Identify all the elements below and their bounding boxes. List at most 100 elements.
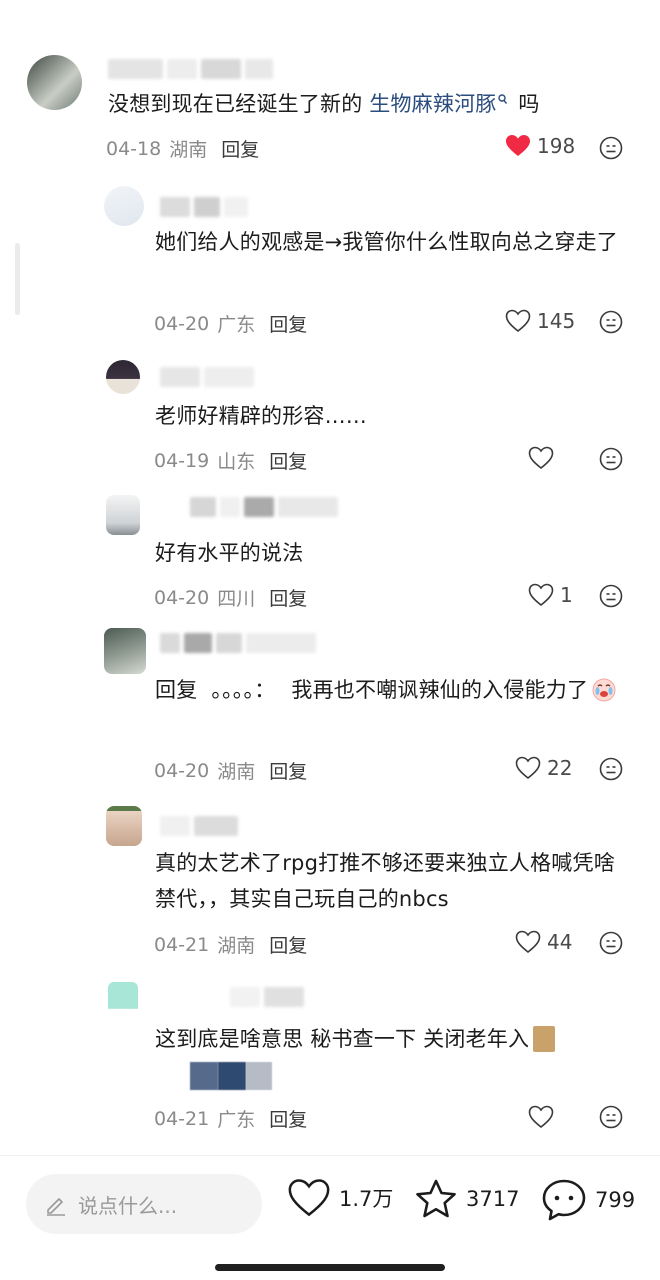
unhappy-face-icon bbox=[599, 1105, 623, 1129]
avatar[interactable] bbox=[106, 806, 142, 846]
like-button[interactable]: 22 bbox=[515, 756, 572, 780]
comment-meta: 04-19 山东 回复 bbox=[154, 447, 307, 474]
comment-text: 她们给人的观感是→我管你什么性取向总之穿走了 bbox=[155, 230, 618, 254]
unhappy-face-icon bbox=[599, 757, 623, 781]
comment-region: 湖南 bbox=[217, 935, 256, 957]
comment-region: 广东 bbox=[217, 1109, 256, 1131]
username-blurred[interactable] bbox=[160, 366, 254, 388]
username-blurred[interactable] bbox=[160, 196, 248, 218]
avatar[interactable] bbox=[104, 186, 144, 226]
reply-button[interactable]: 回复 bbox=[269, 757, 307, 784]
dislike-button[interactable] bbox=[599, 1105, 623, 1133]
like-button[interactable]: 145 bbox=[505, 309, 575, 333]
comment-region: 四川 bbox=[217, 588, 256, 610]
comment-region: 湖南 bbox=[169, 139, 208, 161]
comment-input-placeholder: 说点什么... bbox=[78, 1193, 178, 1218]
like-button[interactable]: 44 bbox=[515, 930, 572, 954]
avatar[interactable] bbox=[106, 360, 140, 394]
comment-text: 这到底是啥意思 秘书查一下 关闭老年入 bbox=[155, 1021, 635, 1057]
comment-region: 广东 bbox=[217, 314, 256, 336]
unhappy-face-icon bbox=[599, 447, 623, 471]
username-blurred[interactable] bbox=[230, 986, 304, 1008]
bottom-action-bar: 说点什么... 1.7万 3717 799 bbox=[0, 1155, 660, 1280]
reply-to-user[interactable]: 。。。。： bbox=[211, 678, 275, 702]
dislike-button[interactable] bbox=[599, 447, 623, 475]
favorite-button[interactable]: 3717 bbox=[414, 1178, 519, 1220]
like-button[interactable] bbox=[528, 1105, 560, 1129]
reply-button[interactable]: 回复 bbox=[269, 447, 307, 474]
reply-button[interactable]: 回复 bbox=[269, 584, 307, 611]
comment-meta: 04-21 广东 回复 bbox=[154, 1105, 307, 1132]
comment-region: 山东 bbox=[217, 451, 256, 473]
unhappy-face-icon bbox=[599, 584, 623, 608]
dislike-button[interactable] bbox=[599, 931, 623, 959]
comment-text: 没想到现在已经诞生了新的 生物麻辣河豚 吗 bbox=[108, 92, 540, 116]
comment-text: 真的太艺术了rpg打推不够还要来独立人格喊凭啥禁代，，其实自己玩自己的nbcs bbox=[155, 851, 615, 911]
image-attachment-blurred[interactable] bbox=[190, 1062, 272, 1090]
like-count: 22 bbox=[547, 756, 573, 780]
reply-prefix: 回复 bbox=[155, 678, 198, 702]
like-button[interactable] bbox=[528, 446, 560, 470]
like-post-button[interactable]: 1.7万 bbox=[287, 1178, 393, 1218]
reply-button[interactable]: 回复 bbox=[269, 931, 307, 958]
heart-filled-icon bbox=[506, 135, 530, 156]
comment-meta: 04-20 湖南 回复 bbox=[154, 757, 307, 784]
search-link[interactable]: 生物麻辣河豚 bbox=[369, 92, 511, 116]
like-count: 145 bbox=[537, 309, 576, 333]
username-blurred[interactable] bbox=[190, 496, 338, 518]
pencil-icon bbox=[47, 1198, 65, 1216]
heart-icon bbox=[288, 1179, 330, 1217]
unhappy-face-icon bbox=[599, 136, 623, 160]
comment-date: 04-19 bbox=[154, 449, 210, 472]
comment-date: 04-20 bbox=[154, 759, 210, 782]
comment-meta: 04-20 四川 回复 bbox=[154, 584, 307, 611]
avatar[interactable] bbox=[104, 628, 146, 674]
comment-date: 04-20 bbox=[154, 586, 210, 609]
comment-text: 老师好精辟的形容…… bbox=[155, 404, 367, 428]
scroll-indicator[interactable] bbox=[15, 243, 20, 315]
crying-face-icon bbox=[592, 678, 616, 702]
unhappy-face-icon bbox=[599, 310, 623, 334]
like-count: 198 bbox=[537, 134, 576, 158]
home-indicator[interactable] bbox=[215, 1264, 445, 1271]
comment-meta: 04-18 湖南 回复 bbox=[106, 135, 259, 162]
comment-date: 04-18 bbox=[106, 137, 162, 160]
dislike-button[interactable] bbox=[599, 310, 623, 338]
comments-button[interactable]: 799 bbox=[541, 1178, 635, 1222]
comment-count: 799 bbox=[595, 1188, 636, 1212]
avatar[interactable] bbox=[106, 495, 140, 535]
image-icon[interactable] bbox=[533, 1026, 556, 1052]
heart-icon bbox=[528, 583, 554, 607]
chat-bubble-icon bbox=[542, 1179, 586, 1221]
dislike-button[interactable] bbox=[599, 136, 623, 164]
username-blurred[interactable] bbox=[160, 632, 316, 654]
comment-meta: 04-21 湖南 回复 bbox=[154, 931, 307, 958]
avatar[interactable] bbox=[108, 982, 138, 1020]
dislike-button[interactable] bbox=[599, 757, 623, 785]
username-blurred[interactable] bbox=[160, 815, 238, 837]
username-blurred[interactable] bbox=[108, 58, 273, 80]
star-icon bbox=[416, 1179, 456, 1218]
comment-text: 回复。。。。： 我再也不嘲讽辣仙的入侵能力了 bbox=[155, 672, 635, 708]
comment-text: 好有水平的说法 bbox=[155, 541, 304, 565]
comment-date: 04-21 bbox=[154, 933, 210, 956]
heart-icon bbox=[505, 309, 531, 333]
comment-date: 04-21 bbox=[154, 1107, 210, 1130]
dislike-button[interactable] bbox=[599, 584, 623, 612]
comment-input[interactable]: 说点什么... bbox=[26, 1174, 262, 1234]
reply-button[interactable]: 回复 bbox=[269, 310, 307, 337]
comment-region: 湖南 bbox=[217, 761, 256, 783]
reply-button[interactable]: 回复 bbox=[221, 135, 259, 162]
like-count: 1 bbox=[560, 583, 573, 607]
heart-icon bbox=[528, 1105, 554, 1129]
like-count: 1.7万 bbox=[339, 1187, 394, 1211]
reply-button[interactable]: 回复 bbox=[269, 1105, 307, 1132]
like-count: 44 bbox=[547, 930, 573, 954]
heart-icon bbox=[515, 756, 541, 780]
avatar[interactable] bbox=[27, 55, 82, 110]
like-button[interactable]: 1 bbox=[528, 583, 573, 607]
heart-icon bbox=[515, 930, 541, 954]
like-button[interactable]: 198 bbox=[505, 134, 575, 158]
favorite-count: 3717 bbox=[466, 1187, 520, 1211]
heart-icon bbox=[528, 446, 554, 470]
